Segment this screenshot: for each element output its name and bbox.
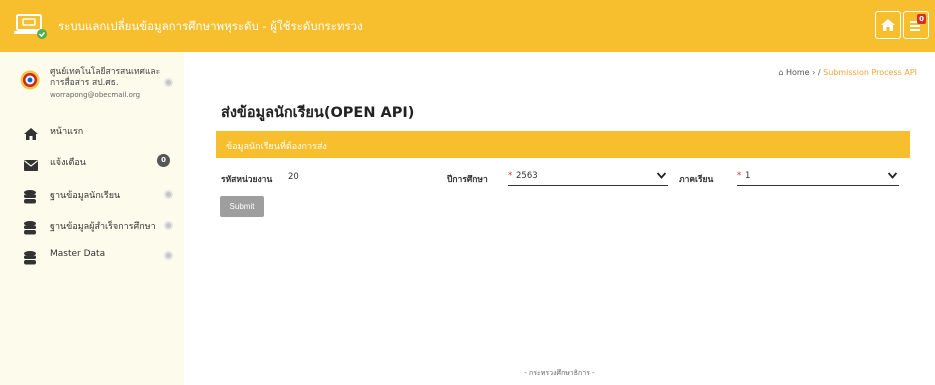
profile-name: ศูนย์เทคโนโลยีสารสนเทศและการสื่อสาร สป.ศ… — [50, 67, 161, 88]
unit-code-value: 20 — [288, 172, 299, 182]
alert-count-badge: 0 — [157, 154, 170, 167]
panel-header: ข้อมูลนักเรียนที่ต้องการส่ง — [216, 131, 910, 158]
sidebar-item-graduate-database[interactable]: ฐานข้อมูลผู้สำเร็จการศึกษา — [0, 211, 184, 241]
breadcrumb-current: Submission Process API — [823, 68, 917, 77]
required-mark: * — [508, 171, 513, 181]
chevron-down-icon — [657, 172, 666, 179]
sidebar-item-alerts[interactable]: แจ้งเตือน 0 — [0, 147, 184, 177]
laptop-check-icon[interactable] — [14, 12, 48, 40]
chevron-down-icon — [888, 172, 897, 179]
expand-toggle[interactable] — [164, 221, 173, 230]
breadcrumb-separator: / — [817, 68, 821, 77]
sidebar-item-label: แจ้งเตือน — [50, 158, 86, 168]
home-button[interactable] — [875, 11, 901, 39]
database-icon — [24, 220, 38, 235]
expand-toggle[interactable] — [164, 190, 173, 199]
app-title: ระบบแลกเปลี่ยนข้อมูลการศึกษาพหุระดับ - ผ… — [58, 19, 363, 33]
academic-year-label: ปีการศึกษา — [447, 175, 488, 185]
top-navbar: ระบบแลกเปลี่ยนข้อมูลการศึกษาพหุระดับ - ผ… — [0, 0, 935, 52]
database-icon — [24, 189, 38, 204]
academic-year-select[interactable]: * 2563 — [508, 166, 668, 186]
sidebar-item-label: หน้าแรก — [50, 127, 84, 137]
breadcrumb-home-link[interactable]: Home — [786, 68, 810, 77]
breadcrumb: ⌂ Home › / Submission Process API — [778, 68, 917, 77]
academic-year-value: 2563 — [516, 171, 538, 181]
chevron-right-icon: › — [812, 68, 816, 77]
panel-title: ข้อมูลนักเรียนที่ต้องการส่ง — [226, 142, 327, 152]
profile-email: worrapong@obecmail.org — [50, 91, 141, 99]
database-icon — [24, 250, 38, 265]
semester-select[interactable]: * 1 — [737, 166, 899, 186]
sidebar-item-label: ฐานข้อมูลผู้สำเร็จการศึกษา — [50, 222, 156, 232]
profile-expand-toggle[interactable] — [164, 78, 173, 87]
notification-button[interactable]: 0 — [903, 11, 929, 39]
envelope-icon — [24, 156, 38, 171]
expand-toggle[interactable] — [164, 251, 173, 260]
unit-code-label: รหัสหน่วยงาน — [221, 175, 273, 185]
home-icon — [881, 19, 895, 31]
required-mark: * — [737, 171, 742, 181]
footer-text: - กระทรวงศึกษาธิการ - — [524, 369, 595, 377]
notification-badge: 0 — [917, 14, 926, 24]
sidebar: ศูนย์เทคโนโลยีสารสนเทศและการสื่อสาร สป.ศ… — [0, 52, 184, 385]
organization-logo-icon — [20, 70, 40, 90]
sidebar-item-home[interactable]: หน้าแรก — [0, 116, 184, 146]
sidebar-item-master-data[interactable]: Master Data — [0, 241, 184, 271]
home-icon — [24, 125, 38, 140]
sidebar-item-label: ฐานข้อมูลนักเรียน — [50, 191, 121, 201]
sidebar-item-label: Master Data — [50, 249, 106, 259]
home-icon: ⌂ — [778, 68, 784, 77]
sidebar-item-student-database[interactable]: ฐานข้อมูลนักเรียน — [0, 180, 184, 210]
semester-value: 1 — [745, 171, 751, 181]
semester-label: ภาคเรียน — [679, 175, 714, 185]
page-title: ส่งข้อมูลนักเรียน(OPEN API) — [221, 105, 415, 121]
submit-button[interactable]: Submit — [220, 196, 264, 217]
